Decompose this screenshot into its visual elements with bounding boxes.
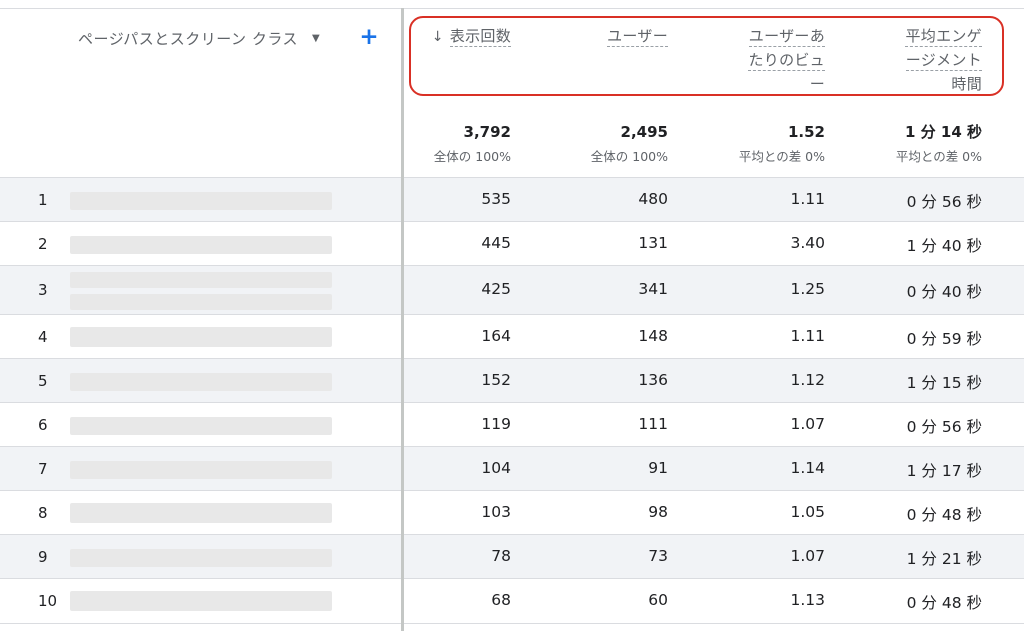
cell-users: 136 xyxy=(638,371,668,389)
row-number: 9 xyxy=(38,548,48,566)
cell-views: 68 xyxy=(491,591,511,609)
table-row[interactable]: 5 152 136 1.12 1 分 15 秒 xyxy=(0,358,1024,403)
cell-users: 60 xyxy=(648,591,668,609)
table-top-border xyxy=(0,8,1024,9)
redacted-page-path xyxy=(70,236,332,254)
cell-eng: 0 分 59 秒 xyxy=(906,330,982,348)
row-number: 4 xyxy=(38,328,48,346)
row-number: 7 xyxy=(38,460,48,478)
table-row[interactable]: 10 68 60 1.13 0 分 48 秒 xyxy=(0,578,1024,624)
cell-vpu: 1.13 xyxy=(790,591,825,609)
column-divider[interactable] xyxy=(401,8,404,631)
cell-eng: 1 分 40 秒 xyxy=(906,237,982,255)
redacted-page-path xyxy=(70,591,332,611)
cell-eng: 1 分 15 秒 xyxy=(906,374,982,392)
cell-eng: 0 分 56 秒 xyxy=(906,418,982,436)
cell-eng: 0 分 48 秒 xyxy=(906,594,982,612)
cell-eng: 1 分 21 秒 xyxy=(906,550,982,568)
cell-views: 445 xyxy=(481,234,511,252)
cell-views: 152 xyxy=(481,371,511,389)
cell-users: 341 xyxy=(638,280,668,298)
table-row[interactable]: 6 119 111 1.07 0 分 56 秒 xyxy=(0,402,1024,447)
analytics-table: ページパスとスクリーン クラス ▼ + ↓ 表示回数 ユーザー ユーザーあ たりの… xyxy=(0,0,1024,631)
redacted-page-path xyxy=(70,417,332,435)
totals-users-sub: 全体の 100% xyxy=(590,149,668,164)
totals-views-value: 3,792 xyxy=(463,123,511,141)
table-row[interactable]: 2 445 131 3.40 1 分 40 秒 xyxy=(0,221,1024,266)
row-number: 2 xyxy=(38,235,48,253)
cell-views: 103 xyxy=(481,503,511,521)
row-number: 5 xyxy=(38,372,48,390)
cell-vpu: 1.07 xyxy=(790,415,825,433)
table-row[interactable]: 8 103 98 1.05 0 分 48 秒 xyxy=(0,490,1024,535)
row-number: 8 xyxy=(38,504,48,522)
cell-views: 119 xyxy=(481,415,511,433)
cell-vpu: 1.11 xyxy=(790,327,825,345)
totals-users: 2,495 全体の 100% xyxy=(591,122,668,166)
totals-eng: 1 分 14 秒 平均との差 0% xyxy=(896,122,982,166)
cell-users: 91 xyxy=(648,459,668,477)
totals-eng-sub: 平均との差 0% xyxy=(895,149,982,164)
table-row[interactable]: 3 425 341 1.25 0 分 40 秒 xyxy=(0,265,1024,315)
cell-vpu: 1.07 xyxy=(790,547,825,565)
cell-vpu: 1.25 xyxy=(790,280,825,298)
totals-users-value: 2,495 xyxy=(620,123,668,141)
cell-vpu: 1.12 xyxy=(790,371,825,389)
cell-views: 164 xyxy=(481,327,511,345)
cell-eng: 0 分 40 秒 xyxy=(906,283,982,301)
table-row[interactable]: 1 535 480 1.11 0 分 56 秒 xyxy=(0,177,1024,222)
cell-vpu: 1.05 xyxy=(790,503,825,521)
add-dimension-button[interactable]: + xyxy=(358,24,380,50)
totals-vpu-sub: 平均との差 0% xyxy=(738,149,825,164)
row-number: 3 xyxy=(38,281,48,299)
totals-vpu-value: 1.52 xyxy=(787,123,825,141)
totals-views-sub: 全体の 100% xyxy=(433,149,511,164)
cell-views: 425 xyxy=(481,280,511,298)
redacted-page-path xyxy=(70,192,332,210)
table-row[interactable]: 4 164 148 1.11 0 分 59 秒 xyxy=(0,314,1024,359)
cell-eng: 0 分 48 秒 xyxy=(906,506,982,524)
row-number: 6 xyxy=(38,416,48,434)
row-number: 1 xyxy=(38,191,48,209)
cell-users: 131 xyxy=(638,234,668,252)
redacted-page-path xyxy=(70,327,332,347)
highlight-annotation-box xyxy=(409,16,1004,96)
redacted-page-path xyxy=(70,503,332,523)
totals-views: 3,792 全体の 100% xyxy=(434,122,511,166)
cell-users: 111 xyxy=(638,415,668,433)
cell-eng: 1 分 17 秒 xyxy=(906,462,982,480)
row-number: 10 xyxy=(38,592,58,610)
cell-views: 104 xyxy=(481,459,511,477)
cell-views: 78 xyxy=(491,547,511,565)
table-bottom-border xyxy=(0,623,1024,624)
cell-users: 98 xyxy=(648,503,668,521)
totals-eng-value: 1 分 14 秒 xyxy=(905,123,982,141)
redacted-page-path xyxy=(70,294,332,310)
dimension-label[interactable]: ページパスとスクリーン クラス xyxy=(78,28,298,49)
table-row[interactable]: 9 78 73 1.07 1 分 21 秒 xyxy=(0,534,1024,579)
dimension-header[interactable]: ページパスとスクリーン クラス ▼ xyxy=(78,26,320,50)
cell-users: 480 xyxy=(638,190,668,208)
redacted-page-path xyxy=(70,272,332,288)
table-row[interactable]: 7 104 91 1.14 1 分 17 秒 xyxy=(0,446,1024,491)
cell-vpu: 3.40 xyxy=(790,234,825,252)
cell-users: 148 xyxy=(638,327,668,345)
totals-vpu: 1.52 平均との差 0% xyxy=(739,122,825,166)
cell-vpu: 1.14 xyxy=(790,459,825,477)
cell-views: 535 xyxy=(481,190,511,208)
cell-vpu: 1.11 xyxy=(790,190,825,208)
redacted-page-path xyxy=(70,373,332,391)
redacted-page-path xyxy=(70,549,332,567)
cell-users: 73 xyxy=(648,547,668,565)
redacted-page-path xyxy=(70,461,332,479)
cell-eng: 0 分 56 秒 xyxy=(906,193,982,211)
dropdown-caret-icon[interactable]: ▼ xyxy=(312,33,320,44)
